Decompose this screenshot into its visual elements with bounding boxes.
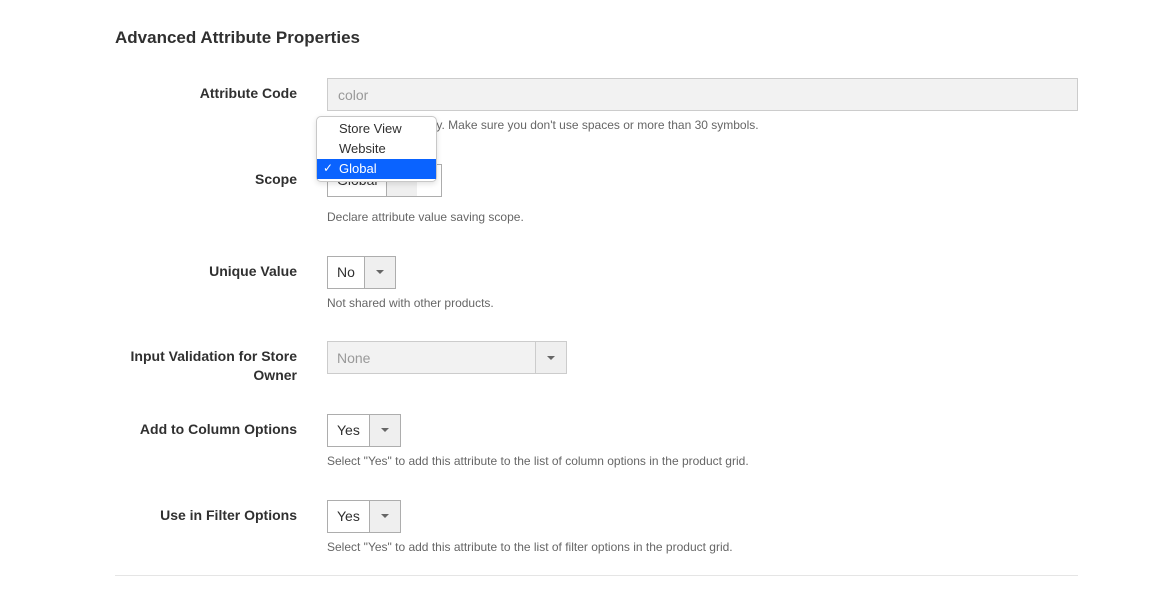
section-divider <box>115 575 1078 576</box>
help-add-column: Select "Yes" to add this attribute to th… <box>327 453 1078 470</box>
chevron-down-icon <box>364 257 395 288</box>
filter-options-select-value: Yes <box>328 501 369 532</box>
scope-option-global[interactable]: Global <box>317 159 436 179</box>
help-unique-value: Not shared with other products. <box>327 295 1078 312</box>
filter-options-select[interactable]: Yes <box>327 500 401 533</box>
label-attribute-code: Attribute Code <box>200 85 297 101</box>
help-scope: Declare attribute value saving scope. <box>327 209 1078 226</box>
scope-option-website[interactable]: Website <box>317 139 436 159</box>
help-filter-options: Select "Yes" to add this attribute to th… <box>327 539 1078 556</box>
label-input-validation: Input Validation for Store Owner <box>131 348 297 382</box>
scope-option-store-view[interactable]: Store View <box>317 119 436 139</box>
label-scope: Scope <box>255 171 297 187</box>
row-attribute-code: Attribute Code This is used internally. … <box>115 78 1078 134</box>
row-scope: Scope Global Store View Website Global D… <box>115 164 1078 226</box>
help-attribute-code: This is used internally. Make sure you d… <box>327 117 1078 134</box>
row-unique-value: Unique Value No Not shared with other pr… <box>115 256 1078 312</box>
add-column-select-value: Yes <box>328 415 369 446</box>
row-filter-options: Use in Filter Options Yes Select "Yes" t… <box>115 500 1078 556</box>
chevron-down-icon <box>369 415 400 446</box>
label-filter-options: Use in Filter Options <box>160 507 297 523</box>
chevron-down-icon <box>535 342 566 373</box>
row-add-column: Add to Column Options Yes Select "Yes" t… <box>115 414 1078 470</box>
chevron-down-icon <box>369 501 400 532</box>
input-validation-select-value: None <box>328 342 535 373</box>
unique-value-select[interactable]: No <box>327 256 396 289</box>
label-add-column: Add to Column Options <box>140 421 297 437</box>
section-title: Advanced Attribute Properties <box>115 28 1078 48</box>
row-input-validation: Input Validation for Store Owner None <box>115 341 1078 383</box>
input-validation-select: None <box>327 341 567 374</box>
unique-value-select-value: No <box>328 257 364 288</box>
scope-dropdown: Store View Website Global <box>316 116 437 183</box>
add-column-select[interactable]: Yes <box>327 414 401 447</box>
attribute-code-input <box>327 78 1078 111</box>
label-unique-value: Unique Value <box>209 263 297 279</box>
